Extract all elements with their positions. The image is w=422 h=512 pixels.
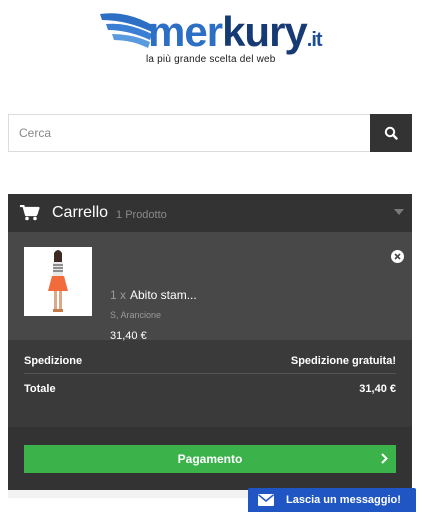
checkout-button[interactable]: Pagamento (24, 445, 396, 473)
chat-label: Lascia un messaggio! (286, 494, 401, 506)
item-price: 31,40 € (110, 330, 147, 342)
envelope-icon (258, 494, 274, 506)
shipping-label: Spedizione (24, 355, 83, 367)
brand-tagline: la più grande scelta del web (146, 54, 276, 65)
brand-part-b: kury (222, 8, 308, 55)
close-icon (394, 253, 401, 260)
item-quantity: 1 x (110, 288, 127, 302)
product-thumbnail[interactable] (24, 247, 92, 316)
cart-icon (20, 205, 40, 221)
search-bar (8, 114, 412, 152)
brand-tld: .it (306, 29, 323, 51)
total-label: Totale (24, 383, 56, 395)
shipping-value: Spedizione gratuita! (290, 355, 396, 367)
search-input[interactable] (8, 114, 370, 152)
item-name[interactable]: Abito stam... (130, 288, 197, 302)
total-value: 31,40 € (359, 383, 396, 395)
site-logo[interactable]: merkury.it la più grande scelta del web (96, 8, 336, 66)
total-row: Totale 31,40 € (24, 374, 396, 402)
search-button[interactable] (370, 114, 412, 152)
shipping-row: Spedizione Spedizione gratuita! (24, 346, 396, 374)
cart-header[interactable]: Carrello 1 Prodotto (8, 194, 412, 232)
brand-part-a: mer (148, 8, 223, 55)
dress-product-image (24, 247, 92, 316)
chevron-down-icon[interactable] (394, 209, 404, 215)
cart-item: 1 x Abito stam... S, Arancione 31,40 € (8, 232, 412, 342)
cart-panel: Carrello 1 Prodotto 1 x Abito stam... S,… (8, 194, 412, 490)
cart-title: Carrello (52, 204, 109, 221)
item-variant: S, Arancione (110, 310, 162, 320)
checkout-label: Pagamento (177, 452, 243, 466)
chat-widget-button[interactable]: Lascia un messaggio! (248, 488, 416, 512)
chevron-right-icon (381, 453, 388, 464)
remove-item-button[interactable] (391, 250, 404, 263)
cart-totals: Spedizione Spedizione gratuita! Totale 3… (8, 346, 412, 402)
cart-count: 1 Prodotto (116, 208, 167, 221)
search-icon (384, 126, 398, 140)
checkout-area: Pagamento (8, 427, 412, 490)
